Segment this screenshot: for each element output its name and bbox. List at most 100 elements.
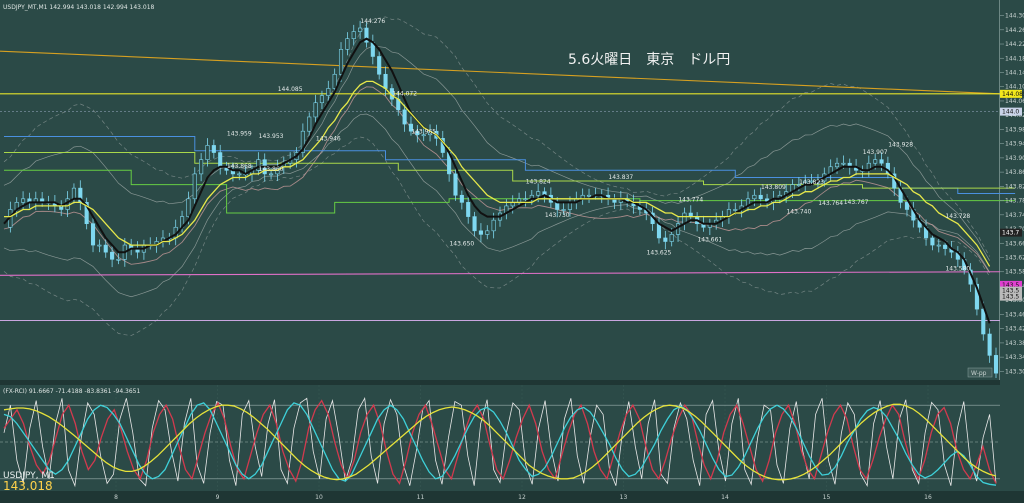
candle-body xyxy=(358,27,363,32)
candle-body xyxy=(987,333,992,356)
y-tick-label: 143.625 xyxy=(1005,255,1024,262)
price-annotation: 143.823 xyxy=(799,179,824,186)
candle-body xyxy=(478,230,483,235)
candle-body xyxy=(192,173,197,200)
price-annotation: 143.650 xyxy=(449,241,474,248)
candle-body xyxy=(523,198,528,201)
candle-body xyxy=(326,88,331,96)
price-annotation: 143.965 xyxy=(411,129,436,136)
candle-body xyxy=(466,202,471,217)
candle-body xyxy=(752,194,757,200)
price-tag-label: 144.085 xyxy=(1002,91,1024,98)
candle-body xyxy=(586,194,592,197)
candle-body xyxy=(733,209,738,211)
candle-body xyxy=(103,244,108,253)
price-annotation: 143.580 xyxy=(945,266,970,273)
price-tag-label: 144.0 xyxy=(1002,109,1019,116)
candle-body xyxy=(351,31,356,39)
price-annotation: 143.824 xyxy=(526,179,551,186)
y-tick-label: 144.265 xyxy=(1005,27,1024,34)
y-tick-label: 143.745 xyxy=(1005,212,1024,219)
candle-body xyxy=(567,202,572,210)
price-annotation: 143.837 xyxy=(608,174,633,181)
candle-body xyxy=(313,102,318,118)
price-tag-label: 143.5 xyxy=(1002,294,1019,301)
candle-body xyxy=(873,159,878,164)
y-tick-label: 143.985 xyxy=(1005,126,1024,133)
candle-body xyxy=(269,173,274,176)
price-annotation: 144.276 xyxy=(360,18,385,25)
chart-frame: 144.276 144.085 144.072 143.959 143.953 143.9… xyxy=(0,0,1024,503)
candle-body xyxy=(879,159,884,164)
x-tick-label: 14 xyxy=(721,494,729,501)
candle-body xyxy=(205,145,210,160)
price-annotation: 143.809 xyxy=(761,184,786,191)
candle-body xyxy=(555,202,560,210)
price-tag-label: 143.7 xyxy=(1002,230,1019,237)
candle-body xyxy=(472,216,477,232)
x-tick-label: 9 xyxy=(216,494,220,501)
y-tick-label: 143.345 xyxy=(1005,354,1024,361)
time-axis xyxy=(0,491,1024,503)
y-tick-label: 144.185 xyxy=(1005,55,1024,62)
candle-body xyxy=(307,116,312,132)
x-tick-label: 13 xyxy=(620,494,628,501)
last-price: 143.018 xyxy=(3,479,53,493)
candle-body xyxy=(21,198,26,203)
candle-body xyxy=(834,162,840,168)
candle-body xyxy=(930,237,935,246)
candle-body xyxy=(561,209,566,211)
candle-body xyxy=(383,73,388,89)
x-tick-label: 10 xyxy=(315,494,323,501)
candle-body xyxy=(71,187,76,200)
candle-body xyxy=(485,230,490,235)
price-annotation: 143.907 xyxy=(863,149,888,156)
candle-body xyxy=(338,49,344,75)
x-tick-label: 11 xyxy=(417,494,425,501)
price-annotation: 143.959 xyxy=(227,131,252,138)
y-tick-label: 144.305 xyxy=(1005,13,1024,20)
y-tick-label: 144.065 xyxy=(1005,98,1024,105)
y-tick-label: 143.305 xyxy=(1005,368,1024,375)
candle-body xyxy=(116,258,121,261)
rci-header: (FX-RCI) 91.6667 -71.4188 -83.8361 -94.3… xyxy=(3,388,140,395)
y-tick-label: 144.225 xyxy=(1005,41,1024,48)
price-annotation: 143.767 xyxy=(844,199,869,206)
candle-body xyxy=(656,223,662,239)
candle-body xyxy=(669,234,674,242)
price-annotation: 143.860 xyxy=(259,166,284,173)
price-annotation: 143.764 xyxy=(818,200,843,207)
price-annotation: 144.072 xyxy=(392,90,417,97)
price-annotation: 143.730 xyxy=(545,212,570,219)
candle-body xyxy=(377,56,382,75)
candle-body xyxy=(904,202,910,210)
candle-body xyxy=(936,244,941,247)
price-annotation: 143.728 xyxy=(945,213,970,220)
y-tick-label: 143.865 xyxy=(1005,169,1024,176)
y-tick-label: 143.945 xyxy=(1005,141,1024,148)
candle-body xyxy=(332,73,337,89)
x-tick-label: 8 xyxy=(114,494,118,501)
candle-body xyxy=(97,244,102,247)
chart-header: USDJPY_MT,M1 142.994 143.018 142.994 143… xyxy=(3,4,155,11)
price-annotation: 143.661 xyxy=(697,237,722,244)
x-tick-label: 15 xyxy=(823,494,831,501)
candle-body xyxy=(993,355,999,374)
candle-body xyxy=(237,173,242,176)
price-annotation: 143.774 xyxy=(678,196,703,203)
y-tick-label: 143.385 xyxy=(1005,340,1024,347)
candle-body xyxy=(319,95,324,104)
candle-body xyxy=(186,198,191,217)
candle-body xyxy=(943,244,948,249)
y-tick-label: 143.585 xyxy=(1005,269,1024,276)
candle-body xyxy=(110,251,115,260)
wpp-label: W-pp xyxy=(971,370,987,377)
price-annotation: 143.625 xyxy=(647,250,672,257)
y-tick-label: 144.105 xyxy=(1005,84,1024,91)
y-tick-label: 143.785 xyxy=(1005,198,1024,205)
candle-body xyxy=(981,308,986,335)
price-annotation: 143.740 xyxy=(786,209,811,216)
candle-body xyxy=(402,109,407,125)
price-annotation: 144.085 xyxy=(278,86,303,93)
chart-title: 5.6火曜日 東京 ドル円 xyxy=(568,52,730,68)
